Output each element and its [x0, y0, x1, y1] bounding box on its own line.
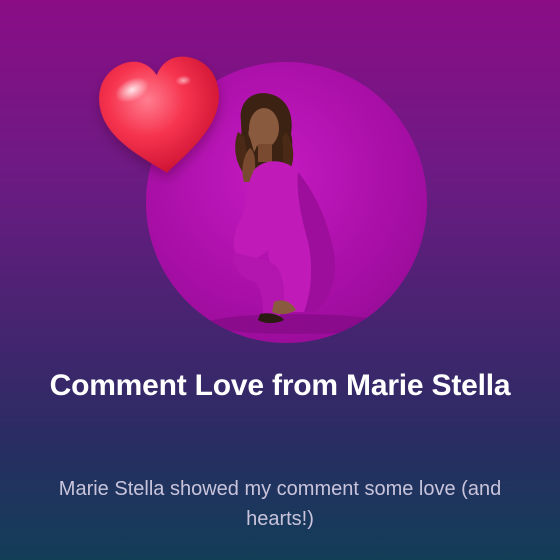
card-subtitle: Marie Stella showed my comment some love… — [58, 478, 502, 530]
heart-icon — [89, 46, 233, 185]
comment-love-card: Comment Love from Marie Stella Marie Ste… — [0, 0, 560, 560]
card-title: Comment Love from Marie Stella — [49, 369, 511, 402]
